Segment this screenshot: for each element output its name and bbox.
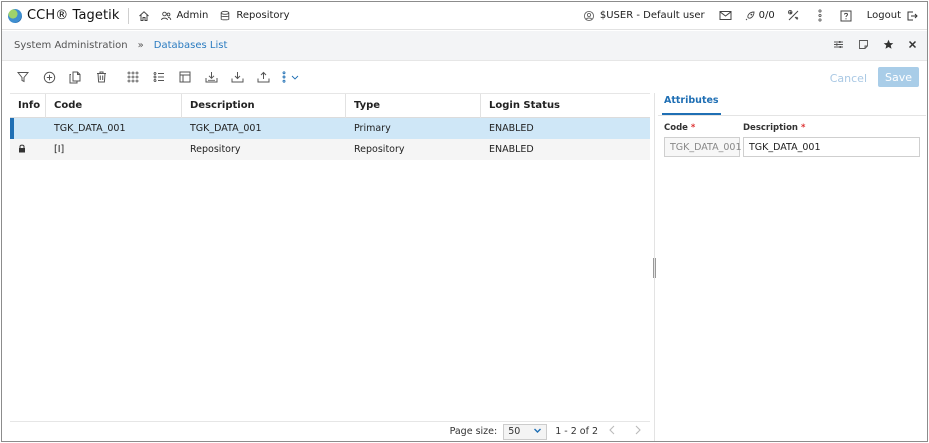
- page-size-value: 50: [508, 426, 521, 437]
- column-header-type[interactable]: Type: [346, 93, 481, 118]
- breadcrumb-system-administration[interactable]: System Administration: [14, 40, 128, 51]
- breadcrumb: System Administration » Databases List: [2, 31, 927, 61]
- settings-sliders-icon[interactable]: [833, 39, 844, 53]
- list-icon[interactable]: [146, 67, 172, 87]
- admin-users-icon: [159, 9, 173, 23]
- import-icon[interactable]: [198, 67, 224, 87]
- page-range: 1 - 2 of 2: [555, 426, 598, 437]
- chevron-down-icon: [533, 426, 542, 438]
- jobs-rocket-icon[interactable]: [743, 9, 757, 23]
- tab-attributes[interactable]: Attributes: [662, 95, 721, 115]
- code-field: TGK_DATA_001: [664, 137, 742, 157]
- home-icon[interactable]: [137, 9, 151, 23]
- cell-code: [I]: [54, 144, 65, 155]
- attributes-panel: Attributes Code * TGK_DATA_001 Descripti…: [658, 93, 926, 441]
- delete-icon[interactable]: [88, 67, 114, 87]
- layout-icon[interactable]: [172, 67, 198, 87]
- download-icon[interactable]: [224, 67, 250, 87]
- description-field-label: Description *: [743, 123, 806, 133]
- add-icon[interactable]: [36, 67, 62, 87]
- lock-icon: [18, 144, 26, 156]
- page-actions: [833, 39, 927, 53]
- nav-repository[interactable]: Repository: [236, 10, 289, 21]
- tools-icon[interactable]: [787, 9, 801, 23]
- column-header-description[interactable]: Description: [182, 93, 346, 118]
- breadcrumb-databases-list: Databases List: [153, 40, 228, 51]
- cell-login-status: ENABLED: [489, 144, 534, 155]
- logout-link[interactable]: Logout: [867, 10, 901, 21]
- cell-description: TGK_DATA_001: [190, 123, 262, 134]
- cancel-button[interactable]: Cancel: [826, 68, 871, 88]
- current-user[interactable]: $USER - Default user: [600, 10, 705, 21]
- help-icon[interactable]: [839, 9, 853, 23]
- cell-description: Repository: [190, 144, 241, 155]
- brand-name: CCH® Tagetik: [27, 8, 120, 23]
- table-row[interactable]: [I] Repository Repository ENABLED: [10, 139, 650, 160]
- panel-splitter[interactable]: [653, 93, 657, 441]
- description-field[interactable]: TGK_DATA_001: [743, 137, 920, 157]
- top-bar-right: $USER - Default user 0/0 Logout: [582, 9, 927, 23]
- app-window: CCH® Tagetik Admin Repository $USER - De…: [1, 1, 928, 442]
- user-icon: [582, 9, 596, 23]
- close-icon[interactable]: [908, 40, 917, 52]
- logo[interactable]: CCH® Tagetik: [8, 8, 120, 23]
- page-size-select[interactable]: 50: [503, 423, 548, 440]
- databases-table: Info Code Description Type Login Status …: [10, 93, 650, 441]
- column-header-info[interactable]: Info: [10, 93, 46, 118]
- more-vertical-icon[interactable]: [813, 9, 827, 23]
- table-header: Info Code Description Type Login Status: [10, 93, 650, 118]
- pagination: Page size: 50 1 - 2 of 2: [10, 421, 650, 441]
- save-button[interactable]: Save: [878, 67, 919, 87]
- cell-code: TGK_DATA_001: [54, 123, 126, 134]
- logout-icon[interactable]: [905, 9, 919, 23]
- tab-underline-divider: [658, 115, 926, 116]
- cell-type: Primary: [354, 123, 391, 134]
- divider: [127, 7, 129, 24]
- cell-info: [10, 118, 46, 139]
- top-bar: CCH® Tagetik Admin Repository $USER - De…: [2, 2, 927, 30]
- nav-admin[interactable]: Admin: [177, 10, 209, 21]
- copy-icon[interactable]: [62, 67, 88, 87]
- database-icon: [218, 9, 232, 23]
- code-field-label: Code *: [664, 123, 696, 133]
- page-size-label: Page size:: [449, 426, 498, 437]
- cell-info: [10, 139, 46, 160]
- table-row[interactable]: TGK_DATA_001 TGK_DATA_001 Primary ENABLE…: [10, 118, 650, 139]
- more-actions-dropdown[interactable]: [276, 67, 306, 87]
- next-page-icon[interactable]: [634, 425, 642, 438]
- filter-icon[interactable]: [10, 67, 36, 87]
- selected-row-marker: [10, 118, 14, 139]
- cell-type: Repository: [354, 144, 405, 155]
- splitter-grip-icon[interactable]: [653, 258, 656, 278]
- note-icon[interactable]: [858, 39, 869, 53]
- breadcrumb-separator: »: [137, 40, 144, 51]
- favorite-star-icon[interactable]: [883, 39, 894, 53]
- column-header-code[interactable]: Code: [46, 93, 182, 118]
- previous-page-icon[interactable]: [608, 425, 616, 438]
- jobs-count[interactable]: 0/0: [759, 10, 775, 21]
- toolbar: Cancel Save: [2, 62, 927, 92]
- globe-logo-icon: [8, 8, 22, 23]
- mail-icon[interactable]: [719, 9, 733, 23]
- grid-dots-icon[interactable]: [120, 67, 146, 87]
- upload-icon[interactable]: [250, 67, 276, 87]
- column-header-login-status[interactable]: Login Status: [481, 94, 650, 118]
- cell-login-status: ENABLED: [489, 123, 534, 134]
